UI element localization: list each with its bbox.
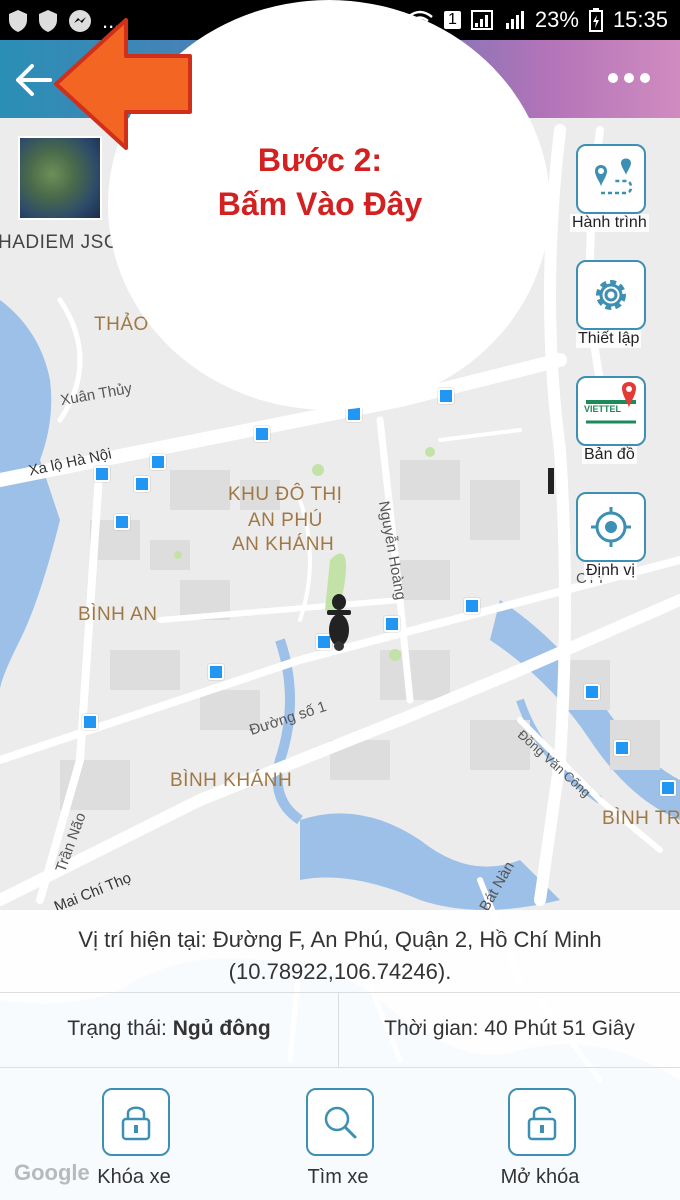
unlock-vehicle-label: Mở khóa bbox=[500, 1166, 580, 1188]
motorbike-marker-icon bbox=[327, 594, 351, 651]
bus-stop-icon bbox=[384, 616, 400, 632]
bus-stop-icon bbox=[114, 514, 130, 530]
bus-stop-icon bbox=[438, 388, 454, 404]
battery-percent: 23% bbox=[534, 7, 579, 32]
bus-stop-icon bbox=[208, 664, 224, 680]
signal-icon bbox=[505, 11, 524, 29]
duration-text: Thời gian: 40 Phút 51 Giây bbox=[384, 1017, 635, 1040]
locate-label: Định vị bbox=[584, 562, 637, 580]
map-label: AN PHÚ bbox=[248, 510, 323, 531]
search-icon bbox=[324, 1106, 357, 1139]
signal-icon bbox=[470, 10, 493, 30]
google-logo: Google bbox=[14, 1160, 90, 1185]
map-type-button[interactable]: VIETTEL bbox=[576, 376, 646, 446]
lock-vehicle-button[interactable] bbox=[102, 1088, 170, 1156]
map-label: BÌNH TR bbox=[602, 808, 680, 829]
current-location: Vị trí hiện tại: Đường F, An Phú, Quận 2… bbox=[10, 924, 670, 988]
sim-indicator: 1 bbox=[443, 11, 461, 29]
status-label: Trạng thái: bbox=[67, 1017, 173, 1040]
map-label: BÌNH KHÁNH bbox=[170, 770, 293, 791]
clock: 15:35 bbox=[612, 7, 668, 32]
back-arrow-icon[interactable] bbox=[12, 60, 56, 100]
coordinates-text: (10.78922,106.74246). bbox=[228, 959, 452, 984]
gear-icon bbox=[596, 280, 626, 310]
bus-stop-icon bbox=[584, 684, 600, 700]
bus-stop-icon bbox=[82, 714, 98, 730]
pointer-arrow-icon bbox=[54, 18, 192, 150]
map-label: BÌNH AN bbox=[78, 604, 158, 625]
lock-icon bbox=[121, 1106, 151, 1141]
status-value: Ngủ đông bbox=[172, 1017, 271, 1040]
map-label: AN KHÁNH bbox=[232, 534, 335, 555]
bus-stop-icon bbox=[150, 454, 166, 470]
map-type-label: Bản đồ bbox=[582, 446, 637, 464]
shield-icon bbox=[9, 10, 27, 32]
settings-label: Thiết lập bbox=[576, 330, 642, 348]
settings-button[interactable] bbox=[576, 260, 646, 330]
annotation-instruction: Bấm Vào Đây bbox=[217, 186, 423, 222]
route-icon bbox=[595, 158, 633, 195]
bus-stop-icon bbox=[254, 426, 270, 442]
info-panel: Vị trí hiện tại: Đường F, An Phú, Quận 2… bbox=[0, 910, 680, 1200]
find-vehicle-label: Tìm xe bbox=[307, 1166, 369, 1188]
map-label: HADIEM JSC bbox=[0, 232, 119, 253]
battery-icon bbox=[588, 8, 603, 32]
locate-button[interactable] bbox=[576, 492, 646, 562]
bus-stop-icon bbox=[660, 780, 676, 796]
more-options-icon[interactable] bbox=[606, 70, 652, 86]
address-text: Vị trí hiện tại: Đường F, An Phú, Quận 2… bbox=[78, 927, 602, 952]
route-history-button[interactable] bbox=[576, 144, 646, 214]
annotation-step: Bước 2: bbox=[257, 142, 383, 178]
bus-stop-icon bbox=[134, 476, 150, 492]
unlock-vehicle-button[interactable] bbox=[508, 1088, 576, 1156]
crosshair-icon bbox=[591, 507, 631, 547]
map-marker-edge bbox=[548, 468, 554, 494]
status-text: Trạng thái: Ngủ đông bbox=[0, 1017, 338, 1041]
bus-stop-icon bbox=[614, 740, 630, 756]
bus-stop-icon bbox=[94, 466, 110, 482]
map-label: KHU ĐÔ THỊ bbox=[228, 484, 343, 505]
unlock-icon bbox=[527, 1106, 557, 1141]
status-row: Trạng thái: Ngủ đông Thời gian: 40 Phút … bbox=[0, 992, 680, 1068]
viettel-logo-text: VIETTEL bbox=[584, 404, 622, 414]
find-vehicle-button[interactable] bbox=[306, 1088, 374, 1156]
annotation-text: Bước 2: Bấm Vào Đây bbox=[160, 138, 480, 226]
route-history-label: Hành trình bbox=[570, 214, 649, 232]
bus-stop-icon bbox=[464, 598, 480, 614]
